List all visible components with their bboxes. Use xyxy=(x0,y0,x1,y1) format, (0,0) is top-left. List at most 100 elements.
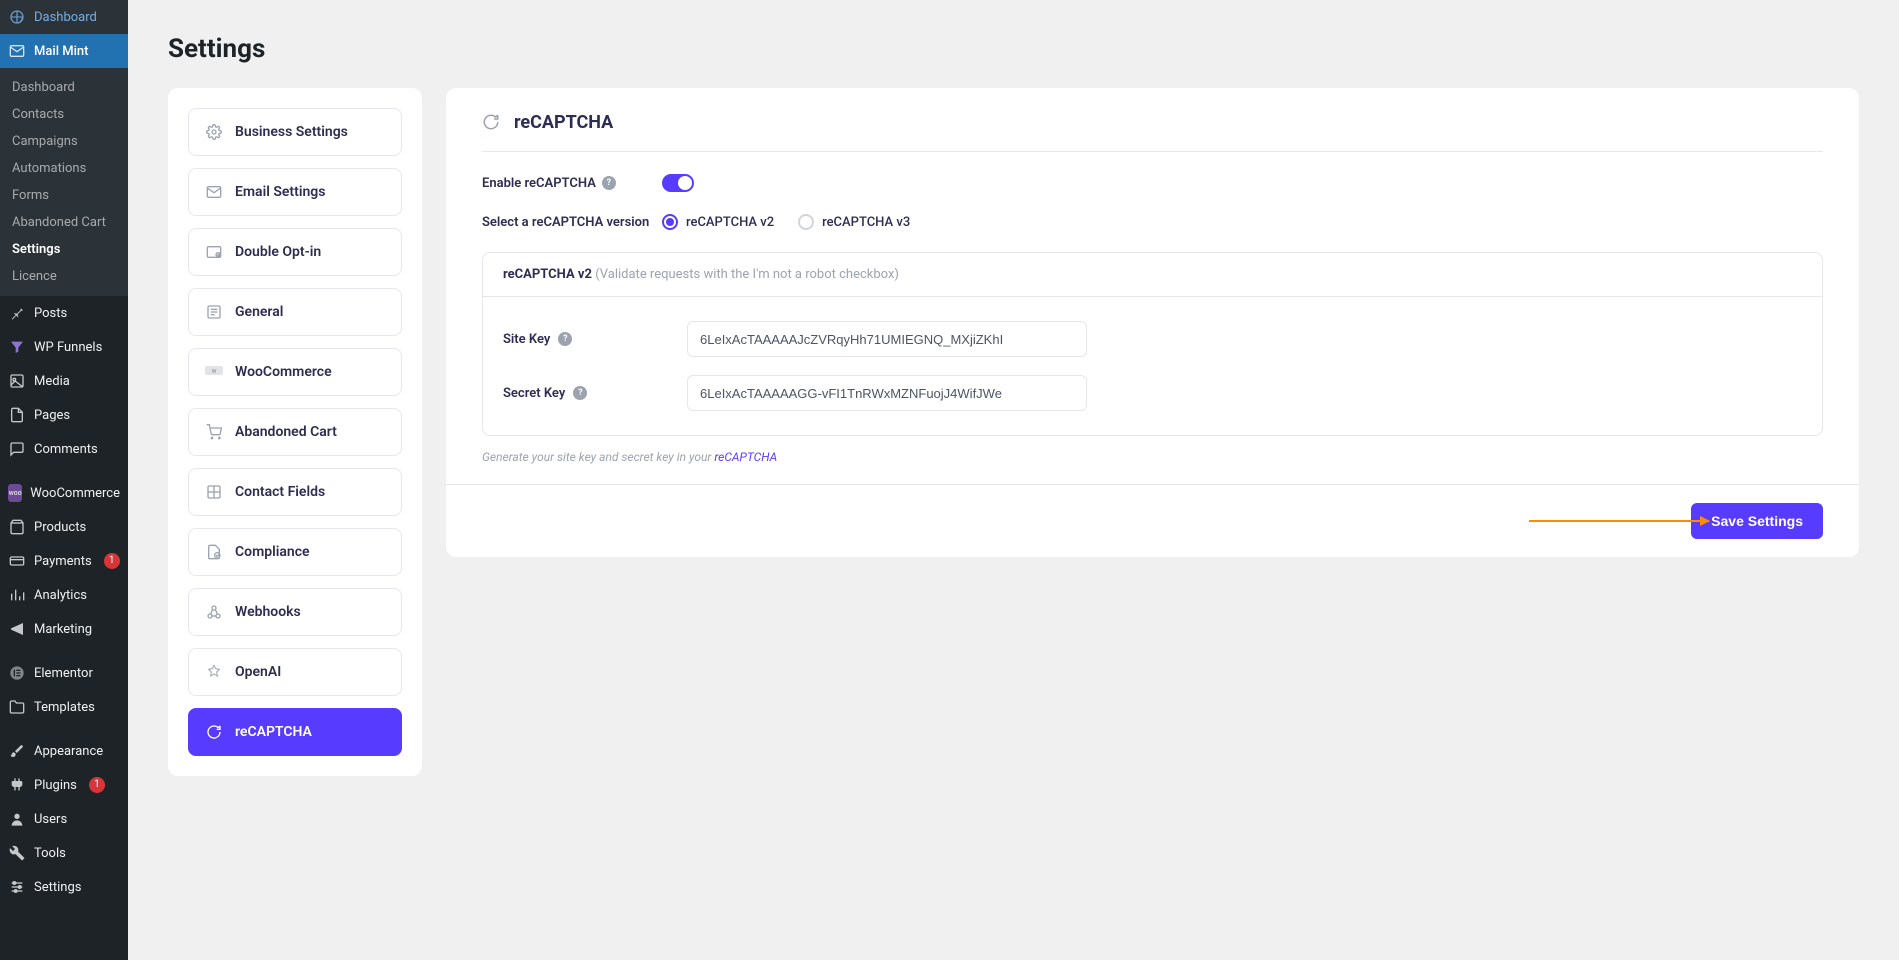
sidebar-label: Marketing xyxy=(34,622,92,637)
nav-label: Compliance xyxy=(235,544,310,560)
help-icon[interactable]: ? xyxy=(573,386,587,400)
sidebar-item-elementor[interactable]: Elementor xyxy=(0,656,128,690)
woo-icon: W xyxy=(205,363,223,381)
sidebar-label: Templates xyxy=(34,700,95,715)
nav-label: Contact Fields xyxy=(235,484,325,500)
version-label: Select a reCAPTCHA version xyxy=(482,215,662,230)
admin-sidebar: Dashboard Mail Mint Dashboard Contacts C… xyxy=(0,0,128,960)
nav-woocommerce[interactable]: W WooCommerce xyxy=(188,348,402,396)
nav-general[interactable]: General xyxy=(188,288,402,336)
sidebar-item-posts[interactable]: Posts xyxy=(0,296,128,330)
sidebar-item-pages[interactable]: Pages xyxy=(0,398,128,432)
nav-webhooks[interactable]: Webhooks xyxy=(188,588,402,636)
recaptcha-icon xyxy=(205,723,223,741)
mail-icon xyxy=(8,42,26,60)
nav-abandoned-cart[interactable]: Abandoned Cart xyxy=(188,408,402,456)
panel-title: reCAPTCHA xyxy=(514,112,613,133)
sidebar-label: Appearance xyxy=(34,744,103,759)
sidebar-item-appearance[interactable]: Appearance xyxy=(0,734,128,768)
site-key-input[interactable] xyxy=(687,321,1087,357)
media-icon xyxy=(8,372,26,390)
webhooks-icon xyxy=(205,603,223,621)
sidebar-item-analytics[interactable]: Analytics xyxy=(0,578,128,612)
radio-label: reCAPTCHA v3 xyxy=(822,215,910,230)
marketing-icon xyxy=(8,620,26,638)
nav-label: WooCommerce xyxy=(235,364,332,380)
main-content: Settings Business Settings Email Setting… xyxy=(128,0,1899,960)
submenu-item[interactable]: Abandoned Cart xyxy=(0,209,128,236)
nav-label: Webhooks xyxy=(235,604,301,620)
sidebar-item-templates[interactable]: Templates xyxy=(0,690,128,724)
sidebar-item-dashboard[interactable]: Dashboard xyxy=(0,0,128,34)
submenu-item[interactable]: Licence xyxy=(0,263,128,290)
radio-recaptcha-v2[interactable]: reCAPTCHA v2 xyxy=(662,214,774,230)
nav-email-settings[interactable]: Email Settings xyxy=(188,168,402,216)
submenu-item[interactable]: Dashboard xyxy=(0,74,128,101)
radio-input[interactable] xyxy=(662,214,678,230)
nav-double-optin[interactable]: Double Opt-in xyxy=(188,228,402,276)
radio-input[interactable] xyxy=(798,214,814,230)
brush-icon xyxy=(8,742,26,760)
sidebar-label: Tools xyxy=(34,846,66,861)
settings-panel: reCAPTCHA Enable reCAPTCHA ? Select a re… xyxy=(446,88,1859,557)
compliance-icon xyxy=(205,543,223,561)
sidebar-item-settings[interactable]: Settings xyxy=(0,870,128,904)
submenu-item[interactable]: Forms xyxy=(0,182,128,209)
analytics-icon xyxy=(8,586,26,604)
woo-icon: woo xyxy=(8,484,22,502)
nav-label: Business Settings xyxy=(235,124,348,140)
nav-recaptcha[interactable]: reCAPTCHA xyxy=(188,708,402,756)
dashboard-icon xyxy=(8,8,26,26)
nav-openai[interactable]: OpenAI xyxy=(188,648,402,696)
sidebar-label: Plugins xyxy=(34,778,77,793)
plugin-icon xyxy=(8,776,26,794)
enable-recaptcha-toggle[interactable] xyxy=(662,174,694,192)
help-icon[interactable]: ? xyxy=(558,332,572,346)
sidebar-item-media[interactable]: Media xyxy=(0,364,128,398)
save-settings-button[interactable]: Save Settings xyxy=(1691,503,1823,539)
sidebar-label: Pages xyxy=(34,408,70,423)
submenu-item-settings[interactable]: Settings xyxy=(0,236,128,263)
nav-business-settings[interactable]: Business Settings xyxy=(188,108,402,156)
sidebar-item-users[interactable]: Users xyxy=(0,802,128,836)
sidebar-item-mailmint[interactable]: Mail Mint xyxy=(0,34,128,68)
nav-label: Email Settings xyxy=(235,184,325,200)
sidebar-label: Mail Mint xyxy=(34,44,88,59)
sidebar-item-marketing[interactable]: Marketing xyxy=(0,612,128,646)
submenu-item[interactable]: Campaigns xyxy=(0,128,128,155)
badge: 1 xyxy=(89,777,105,793)
nav-label: OpenAI xyxy=(235,664,281,680)
help-icon[interactable]: ? xyxy=(602,176,616,190)
optin-icon xyxy=(205,243,223,261)
nav-contact-fields[interactable]: Contact Fields xyxy=(188,468,402,516)
openai-icon xyxy=(205,663,223,681)
submenu-item[interactable]: Contacts xyxy=(0,101,128,128)
nav-label: Double Opt-in xyxy=(235,244,321,260)
pin-icon xyxy=(8,304,26,322)
sidebar-label: Dashboard xyxy=(34,10,97,25)
sidebar-item-woocommerce[interactable]: woo WooCommerce xyxy=(0,476,128,510)
sidebar-item-tools[interactable]: Tools xyxy=(0,836,128,870)
page-title: Settings xyxy=(168,34,1859,64)
recaptcha-link[interactable]: reCAPTCHA xyxy=(714,450,777,464)
sidebar-item-comments[interactable]: Comments xyxy=(0,432,128,466)
sidebar-item-products[interactable]: Products xyxy=(0,510,128,544)
mail-icon xyxy=(205,183,223,201)
submenu-item[interactable]: Automations xyxy=(0,155,128,182)
general-icon xyxy=(205,303,223,321)
sidebar-label: Comments xyxy=(34,442,98,457)
nav-compliance[interactable]: Compliance xyxy=(188,528,402,576)
payments-icon xyxy=(8,552,26,570)
secret-key-label: Secret Key ? xyxy=(503,386,687,401)
sidebar-item-payments[interactable]: Payments 1 xyxy=(0,544,128,578)
settings-icon xyxy=(8,878,26,896)
recaptcha-config-box: reCAPTCHA v2 (Validate requests with the… xyxy=(482,252,1823,436)
sidebar-item-wpfunnels[interactable]: WP Funnels xyxy=(0,330,128,364)
radio-label: reCAPTCHA v2 xyxy=(686,215,774,230)
secret-key-input[interactable] xyxy=(687,375,1087,411)
sidebar-label: Media xyxy=(34,374,70,389)
sidebar-item-plugins[interactable]: Plugins 1 xyxy=(0,768,128,802)
sidebar-label: Settings xyxy=(34,880,81,895)
radio-recaptcha-v3[interactable]: reCAPTCHA v3 xyxy=(798,214,910,230)
funnel-icon xyxy=(8,338,26,356)
